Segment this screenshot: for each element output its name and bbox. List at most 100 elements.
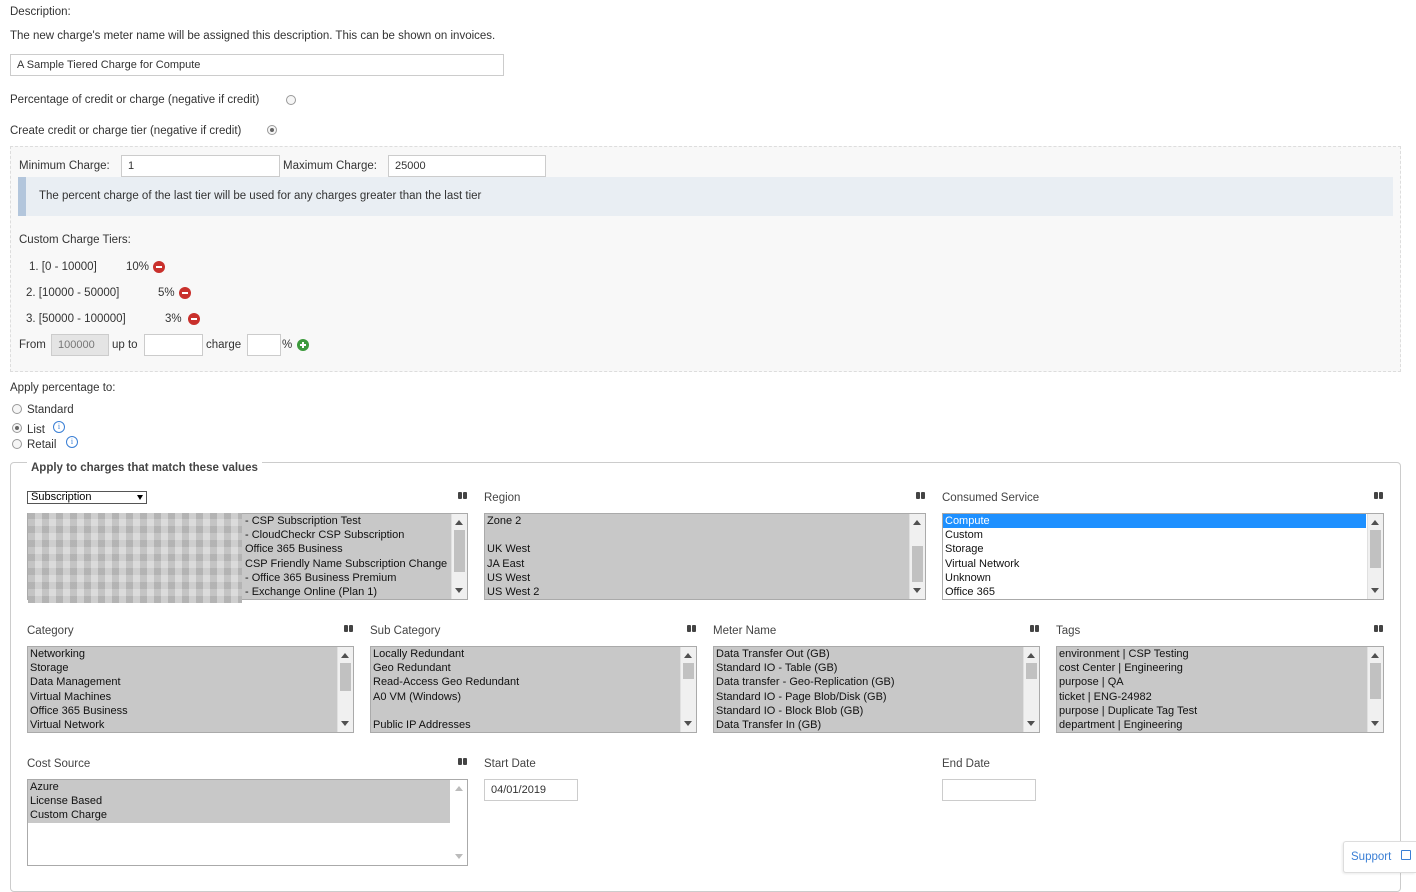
description-help: The new charge's meter name will be assi…	[10, 30, 496, 42]
binoculars-icon[interactable]	[458, 756, 467, 765]
list-item[interactable]: purpose | QA	[1057, 675, 1383, 689]
cost-source-listbox[interactable]: Azure License Based Custom Charge	[27, 779, 468, 866]
percentage-option-radio[interactable]	[286, 95, 296, 105]
add-tier-icon[interactable]	[297, 339, 309, 351]
binoculars-icon[interactable]	[1374, 490, 1383, 499]
list-item[interactable]: Networking	[28, 647, 353, 661]
percent-sign: %	[282, 339, 293, 351]
end-date-input[interactable]	[942, 779, 1036, 801]
last-tier-info-text: The percent charge of the last tier will…	[39, 190, 482, 202]
description-input[interactable]	[10, 54, 504, 76]
list-item[interactable]: Geo Redundant	[371, 661, 696, 675]
list-item[interactable]: Virtual Network	[28, 718, 353, 732]
consumed-service-listbox[interactable]: Compute Custom Storage Virtual Network U…	[942, 513, 1384, 600]
list-item[interactable]: Standard IO - Table (GB)	[714, 661, 1039, 675]
scrollbar[interactable]	[909, 514, 925, 599]
support-button[interactable]: Support	[1343, 841, 1416, 873]
max-charge-input[interactable]	[388, 155, 546, 177]
meter-name-listbox[interactable]: Data Transfer Out (GB) Standard IO - Tab…	[713, 646, 1040, 733]
list-item[interactable]	[485, 528, 925, 542]
list-item[interactable]: Storage	[28, 661, 353, 675]
list-item[interactable]: UK West	[485, 542, 925, 556]
list-item[interactable]: Office 365	[943, 585, 1383, 599]
tier-option-label: Create credit or charge tier (negative i…	[10, 125, 242, 137]
scrollbar[interactable]	[1367, 647, 1383, 732]
binoculars-icon[interactable]	[1374, 623, 1383, 632]
scrollbar[interactable]	[1023, 647, 1039, 732]
retail-radio[interactable]	[12, 439, 22, 449]
list-item[interactable]: Standard IO - Block Blob (GB)	[714, 704, 1039, 718]
list-item[interactable]: Data Management	[28, 675, 353, 689]
list-item-selected[interactable]: Compute	[943, 514, 1366, 529]
consumed-service-label: Consumed Service	[942, 492, 1040, 504]
max-charge-label: Maximum Charge:	[283, 160, 377, 172]
list-label: List	[27, 424, 45, 436]
binoculars-icon[interactable]	[344, 623, 353, 632]
list-item[interactable]: - CloudCheckr CSP Subscription	[243, 528, 452, 542]
list-item[interactable]: Virtual Network	[943, 557, 1383, 571]
scrollbar[interactable]	[1367, 514, 1383, 599]
list-item[interactable]: Locally Redundant	[371, 647, 696, 661]
list-item[interactable]: Office 365 Business	[243, 542, 452, 556]
list-item[interactable]	[371, 704, 696, 718]
scrollbar[interactable]	[680, 647, 696, 732]
tier-option-radio[interactable]	[267, 125, 277, 135]
list-item[interactable]: Azure	[28, 780, 450, 794]
list-radio[interactable]	[12, 423, 22, 433]
scrollbar[interactable]	[337, 647, 353, 732]
scrollbar[interactable]	[452, 780, 467, 865]
binoculars-icon[interactable]	[1030, 623, 1039, 632]
retail-info-icon[interactable]: i	[66, 436, 78, 448]
list-item[interactable]: Data Transfer Out (GB)	[714, 647, 1039, 661]
list-item[interactable]: Data transfer - Geo-Replication (GB)	[714, 675, 1039, 689]
list-item[interactable]: ticket | ENG-24982	[1057, 690, 1383, 704]
sub-category-listbox[interactable]: Locally Redundant Geo Redundant Read-Acc…	[370, 646, 697, 733]
apply-percentage-label: Apply percentage to:	[10, 382, 116, 394]
min-charge-input[interactable]	[121, 155, 280, 177]
start-date-label: Start Date	[484, 758, 536, 770]
list-item[interactable]: Public IP Addresses	[371, 718, 696, 732]
list-item[interactable]: Data Transfer In (GB)	[714, 718, 1039, 732]
list-item[interactable]: License Based	[28, 794, 450, 808]
list-item[interactable]: US West	[485, 571, 925, 585]
category-listbox[interactable]: Networking Storage Data Management Virtu…	[27, 646, 354, 733]
list-item[interactable]: Storage	[943, 542, 1383, 556]
list-item[interactable]: Office 365 Business	[28, 704, 353, 718]
standard-radio[interactable]	[12, 404, 22, 414]
region-listbox[interactable]: Zone 2 UK West JA East US West US West 2	[484, 513, 926, 600]
list-item[interactable]: purpose | Duplicate Tag Test	[1057, 704, 1383, 718]
scrollbar[interactable]	[451, 514, 467, 599]
upto-input[interactable]	[144, 334, 203, 356]
account-type-select[interactable]: Subscription	[27, 491, 147, 504]
list-item[interactable]: Custom	[943, 528, 1383, 542]
charge-percent-input[interactable]	[247, 334, 281, 356]
list-item[interactable]: JA East	[485, 557, 925, 571]
list-item[interactable]: Zone 2	[485, 514, 925, 528]
list-item[interactable]: Virtual Machines	[28, 690, 353, 704]
binoculars-icon[interactable]	[916, 490, 925, 499]
list-item[interactable]: - CSP Subscription Test	[243, 514, 452, 528]
list-item[interactable]: Custom Charge	[28, 808, 450, 822]
start-date-input[interactable]	[484, 779, 578, 801]
list-item[interactable]: - Exchange Online (Plan 1)	[243, 585, 452, 599]
list-item[interactable]: CSP Friendly Name Subscription Change	[243, 557, 452, 571]
remove-tier-icon[interactable]	[188, 313, 200, 325]
binoculars-icon[interactable]	[687, 623, 696, 632]
remove-tier-icon[interactable]	[179, 287, 191, 299]
from-input	[51, 334, 109, 356]
region-label: Region	[484, 492, 521, 504]
list-item[interactable]: US West 2	[485, 585, 925, 599]
list-item[interactable]: environment | CSP Testing	[1057, 647, 1383, 661]
list-item[interactable]: - Office 365 Business Premium	[243, 571, 452, 585]
list-item[interactable]: Read-Access Geo Redundant	[371, 675, 696, 689]
binoculars-icon[interactable]	[458, 490, 467, 499]
retail-label: Retail	[27, 439, 57, 451]
list-item[interactable]: Unknown	[943, 571, 1383, 585]
tags-listbox[interactable]: environment | CSP Testing cost Center | …	[1056, 646, 1384, 733]
list-info-icon[interactable]: i	[53, 421, 65, 433]
list-item[interactable]: cost Center | Engineering	[1057, 661, 1383, 675]
list-item[interactable]: department | Engineering	[1057, 718, 1383, 732]
list-item[interactable]: A0 VM (Windows)	[371, 690, 696, 704]
remove-tier-icon[interactable]	[153, 261, 165, 273]
list-item[interactable]: Standard IO - Page Blob/Disk (GB)	[714, 690, 1039, 704]
